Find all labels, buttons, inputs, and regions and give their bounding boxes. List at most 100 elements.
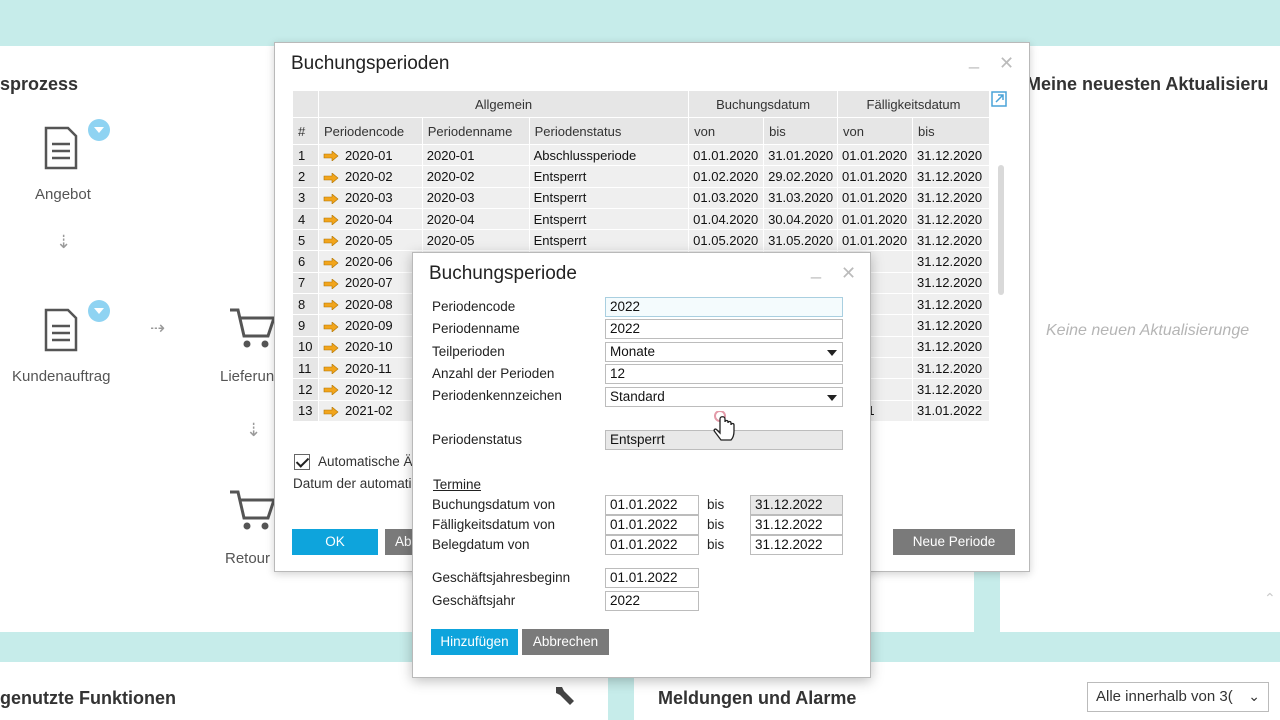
expand-icon[interactable] [991,91,1007,107]
beleg-bis-field[interactable]: 31.12.2022 [750,535,843,555]
link-arrow-icon[interactable] [323,257,339,268]
row-number: 8 [292,293,319,316]
link-arrow-icon[interactable] [323,406,339,417]
beleg-label: Belegdatum von [432,537,530,552]
period-code-cell[interactable]: 2020-12 [317,378,423,401]
link-arrow-icon[interactable] [323,236,339,247]
link-arrow-icon[interactable] [323,364,339,375]
column-header[interactable]: Periodencode [317,117,423,145]
teilperioden-select[interactable]: Monate [605,342,843,362]
table-scrollbar[interactable] [998,165,1004,295]
periodencode-label: Periodencode [432,299,516,314]
period-code-cell[interactable]: 2020-10 [317,335,423,358]
minimize-icon[interactable]: _ [811,259,821,280]
flow-lieferung-label[interactable]: Lieferun [220,368,274,385]
wrench-icon[interactable] [552,683,578,709]
period-code-text: 2020-01 [344,147,393,163]
gj-beginn-field[interactable]: 01.01.2022 [605,568,699,588]
link-arrow-icon[interactable] [323,172,339,183]
row-number: 12 [292,378,319,401]
close-icon[interactable]: ✕ [999,53,1014,74]
column-header[interactable]: Periodenname [421,117,530,145]
bis-label: bis [707,497,725,512]
periodenname-field[interactable]: 2022 [605,319,843,339]
faelligkeit-bis-field[interactable]: 31.12.2022 [750,515,843,535]
row-number: 4 [292,207,319,231]
column-header[interactable]: von [688,117,765,145]
period-code-text: 2020-06 [344,254,393,270]
period-code-cell[interactable]: 2020-07 [317,271,423,295]
cart-return-icon[interactable] [228,488,276,534]
auto-checkbox[interactable] [294,454,310,470]
dropdown-badge-icon[interactable] [88,119,110,141]
column-header[interactable]: bis [763,117,839,145]
flow-retoure-label[interactable]: Retour [225,550,270,567]
document-icon[interactable] [44,126,78,170]
period-code-cell[interactable]: 2020-06 [317,250,423,273]
kennzeichen-select[interactable]: Standard [605,387,843,407]
period-code-cell[interactable]: 2020-11 [317,356,423,380]
link-arrow-icon[interactable] [323,215,339,226]
table-cell: 31.12.2020 [912,207,990,231]
link-arrow-icon[interactable] [323,151,339,162]
table-row[interactable]: 2 2020-02 2020-02 Entsperrt 01.02.2020 29.02.… [292,165,990,188]
document-icon[interactable] [44,308,78,352]
minimize-icon[interactable]: _ [969,49,979,70]
cart-icon[interactable] [228,306,276,352]
link-arrow-icon[interactable] [323,342,339,353]
period-code-text: 2020-02 [344,168,393,184]
table-row[interactable]: 5 2020-05 2020-05 Entsperrt 01.05.2020 31.05.… [292,229,990,252]
table-row[interactable]: 4 2020-04 2020-04 Entsperrt 01.04.2020 30.04.… [292,207,990,231]
period-code-cell[interactable]: 2020-08 [317,293,423,316]
anzahl-field[interactable]: 12 [605,364,843,384]
table-row[interactable]: 3 2020-03 2020-03 Entsperrt 01.03.2020 31.03.… [292,186,990,209]
faelligkeit-von-field[interactable]: 01.01.2022 [605,515,699,535]
period-code-text: 2020-05 [344,232,393,248]
column-header[interactable]: von [837,117,913,145]
flow-kundenauftrag-label[interactable]: Kundenauftrag [12,368,110,385]
dropdown-badge-icon[interactable] [88,300,110,322]
kennzeichen-label: Periodenkennzeichen [432,388,562,403]
process-heading: sprozess [0,74,79,94]
link-arrow-icon[interactable] [323,321,339,332]
buchungsdatum-bis-field[interactable]: 31.12.2022 [750,495,843,515]
period-code-cell[interactable]: 2020-04 [317,207,423,231]
period-code-cell[interactable]: 2021-02 [317,399,423,422]
group-allgemein: Allgemein [317,90,690,118]
new-period-button[interactable]: Neue Periode [893,529,1015,555]
period-code-cell[interactable]: 2020-02 [317,165,423,188]
table-row[interactable]: 1 2020-01 2020-01 Abschlussperiode 01.01.202… [292,143,990,167]
link-arrow-icon[interactable] [323,385,339,396]
close-icon[interactable]: ✕ [841,263,856,284]
table-cell: 2020-04 [421,207,530,231]
abort-button[interactable]: Abbrechen [522,629,609,655]
ok-button[interactable]: OK [292,529,378,555]
period-code-cell[interactable]: 2020-05 [317,229,423,252]
column-header[interactable]: # [292,117,319,145]
table-cell: 01.05.2020 [688,229,765,252]
link-arrow-icon[interactable] [323,193,339,204]
row-number: 6 [292,250,319,273]
table-cell: 2020-03 [421,186,530,209]
buchungsdatum-von-field[interactable]: 01.01.2022 [605,495,699,515]
scroll-up-icon[interactable]: ⌃ [1264,590,1276,607]
add-button[interactable]: Hinzufügen [431,629,518,655]
link-arrow-icon[interactable] [323,278,339,289]
period-code-cell[interactable]: 2020-01 [317,143,423,167]
flow-angebot-label[interactable]: Angebot [35,186,91,203]
alarm-filter-select[interactable]: Alle innerhalb von 3( ⌄ [1087,682,1269,712]
gj-field[interactable]: 2022 [605,591,699,611]
bis-label: bis [707,517,725,532]
period-code-cell[interactable]: 2020-03 [317,186,423,209]
periodencode-field[interactable]: 2022 [605,297,843,317]
auto-date-label: Datum der automati [293,476,412,491]
table-cell: 31.03.2020 [763,186,839,209]
period-code-cell[interactable]: 2020-09 [317,314,423,337]
link-arrow-icon[interactable] [323,300,339,311]
table-cell: Entsperrt [528,229,690,252]
column-header[interactable]: bis [912,117,990,145]
table-cell: 31.12.2020 [912,229,990,252]
beleg-von-field[interactable]: 01.01.2022 [605,535,699,555]
column-header[interactable]: Periodenstatus [528,117,690,145]
status-label: Periodenstatus [432,432,523,447]
